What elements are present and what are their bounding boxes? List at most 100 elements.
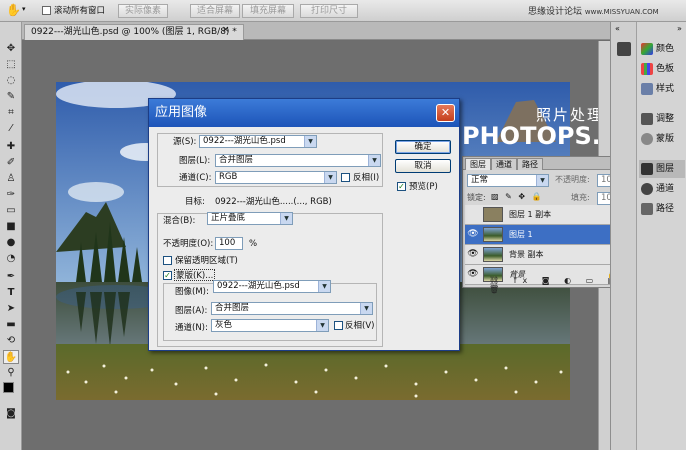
options-bar: ✋ ▾ 滚动所有窗口 实际像素 适合屏幕 填充屏幕 打印尺寸 思缘设计论坛 ww… [0, 0, 686, 22]
3d-rotate-tool-icon[interactable]: ⟲ [3, 334, 19, 348]
layer-row-selected[interactable]: 👁 图层 1 [465, 225, 631, 245]
panel-dock: » 颜色 色板 样式 调整 蒙版 图层 通道 路径 [636, 22, 686, 450]
mask-layer-value: 合并图层 [215, 303, 250, 313]
fit-screen-button[interactable]: 适合屏幕 [190, 4, 240, 18]
eye-icon[interactable]: 👁 [467, 249, 479, 260]
layer-row[interactable]: 图层 1 副本 [465, 205, 631, 225]
scroll-all-windows-checkbox[interactable] [42, 6, 51, 15]
zoom-tool-icon[interactable]: ⚲ [3, 366, 19, 380]
dock-item-adjustments[interactable]: 调整 [639, 110, 685, 128]
healing-brush-tool-icon[interactable]: ✚ [3, 140, 19, 154]
pen-tool-icon[interactable]: ✒ [3, 270, 19, 284]
target-value: 0922---湖光山色.....(..., RGB) [215, 197, 332, 207]
visibility-off-icon[interactable] [467, 209, 479, 220]
dock-item-label: 路径 [656, 204, 675, 214]
blending-label: 混合(B): [163, 216, 196, 226]
collapse-arrows-icon[interactable]: « [615, 24, 620, 33]
lock-icons[interactable]: ▨ ✎ ✥ 🔒 [491, 192, 544, 201]
mask-label[interactable]: 蒙版(K)... [174, 269, 216, 281]
blend-mode-select[interactable]: 正常 ▼ [467, 174, 549, 187]
tab-close-icon[interactable]: × [222, 25, 230, 35]
mask-channel-value: 灰色 [215, 320, 233, 330]
quick-mask-icon[interactable]: ◙ [3, 407, 19, 421]
history-brush-tool-icon[interactable]: ✑ [3, 188, 19, 202]
mask-checkbox[interactable]: ✓ [163, 271, 172, 280]
eye-icon[interactable]: 👁 [467, 269, 479, 280]
move-tool-icon[interactable]: ✥ [3, 42, 19, 56]
layer-name: 背景 副本 [509, 250, 544, 259]
mask-channel-select[interactable]: 灰色 ▼ [211, 319, 329, 332]
preview-checkbox[interactable]: ✓ [397, 182, 406, 191]
mask-image-select[interactable]: 0922---湖光山色.psd ▼ [213, 280, 331, 293]
ok-button[interactable]: 确定 [395, 140, 451, 154]
dodge-tool-icon[interactable]: ◔ [3, 252, 19, 266]
layer-row[interactable]: 👁 背景 副本 [465, 245, 631, 265]
dock-collapse-icon[interactable]: » [677, 24, 682, 33]
path-select-tool-icon[interactable]: ➤ [3, 302, 19, 316]
chevron-down-icon: ▼ [318, 281, 330, 292]
clone-stamp-tool-icon[interactable]: ♙ [3, 172, 19, 186]
type-tool-icon[interactable]: T [3, 286, 19, 300]
chevron-down-icon: ▼ [536, 175, 548, 186]
mask-layer-select[interactable]: 合并图层 ▼ [211, 302, 373, 315]
preserve-transparency-checkbox[interactable] [163, 256, 172, 265]
collapsed-panel-strip: « [610, 22, 636, 450]
gradient-tool-icon[interactable]: ■ [3, 220, 19, 234]
shape-tool-icon[interactable]: ▬ [3, 318, 19, 332]
blending-select[interactable]: 正片叠底 ▼ [207, 212, 293, 225]
tab-paths[interactable]: 路径 [517, 158, 543, 170]
blur-tool-icon[interactable]: ● [3, 236, 19, 250]
tools-panel: ✥ ⬚ ◌ ✎ ⌗ ⁄ ✚ ✐ ♙ ✑ ▭ ■ ● ◔ ✒ T ➤ ▬ ⟲ ✋ … [0, 22, 22, 450]
mask-invert-label: 反相(V) [345, 321, 375, 331]
history-panel-icon[interactable] [617, 42, 631, 56]
dock-item-masks[interactable]: 蒙版 [639, 130, 685, 148]
source-label: 源(S): [173, 137, 197, 147]
fill-screen-button[interactable]: 填充屏幕 [242, 4, 294, 18]
dock-item-label: 颜色 [656, 44, 675, 54]
tab-layers[interactable]: 图层 [465, 158, 491, 170]
layer-thumbnail [483, 227, 503, 242]
dock-item-paths[interactable]: 路径 [639, 200, 685, 218]
mask-image-label: 图像(M): [175, 287, 209, 297]
dock-item-swatches[interactable]: 色板 [639, 60, 685, 78]
tool-preset-chevron-icon[interactable]: ▾ [22, 5, 26, 13]
eyedropper-tool-icon[interactable]: ⁄ [3, 122, 19, 136]
apply-image-dialog: 应用图像 ✕ 源(S): 0922---湖光山色.psd ▼ 图层(L): 合并… [148, 98, 460, 351]
cancel-button[interactable]: 取消 [395, 159, 451, 173]
swatches-icon [641, 62, 653, 75]
target-label: 目标: [185, 197, 205, 207]
eye-icon[interactable]: 👁 [467, 229, 479, 240]
invert-checkbox[interactable] [341, 173, 350, 182]
dock-item-channels[interactable]: 通道 [639, 180, 685, 198]
close-icon[interactable]: ✕ [436, 104, 455, 122]
layer-select[interactable]: 合并图层 ▼ [215, 154, 381, 167]
eraser-tool-icon[interactable]: ▭ [3, 204, 19, 218]
dock-item-styles[interactable]: 样式 [639, 80, 685, 98]
source-select[interactable]: 0922---湖光山色.psd ▼ [199, 135, 317, 148]
layers-panel: 图层 通道 路径 ▸≡ 正常 ▼ 不透明度: 100% 锁定: ▨ ✎ ✥ 🔒 … [462, 156, 634, 294]
quick-select-tool-icon[interactable]: ✎ [3, 90, 19, 104]
marquee-tool-icon[interactable]: ⬚ [3, 58, 19, 72]
document-tab[interactable]: 0922---湖光山色.psd @ 100% (图层 1, RGB/8) * [24, 24, 244, 40]
tab-channels[interactable]: 通道 [491, 158, 517, 170]
mask-invert-checkbox[interactable] [334, 321, 343, 330]
print-size-button[interactable]: 打印尺寸 [300, 4, 358, 18]
masks-icon [641, 132, 653, 145]
layer-label: 图层(L): [179, 156, 211, 166]
layer-name: 图层 1 [509, 230, 533, 239]
brush-tool-icon[interactable]: ✐ [3, 156, 19, 170]
crop-tool-icon[interactable]: ⌗ [3, 106, 19, 120]
chevron-down-icon: ▼ [316, 320, 328, 331]
dock-item-color[interactable]: 颜色 [639, 40, 685, 58]
fill-label: 填充: [571, 193, 590, 202]
layer-value: 合并图层 [219, 155, 254, 165]
hand-tool-icon[interactable]: ✋ [3, 350, 19, 364]
actual-pixels-button[interactable]: 实际像素 [118, 4, 168, 18]
hand-tool-icon[interactable]: ✋ [6, 3, 21, 17]
foreground-color-swatch[interactable] [3, 382, 14, 393]
channel-select[interactable]: RGB ▼ [215, 171, 337, 184]
lasso-tool-icon[interactable]: ◌ [3, 74, 19, 88]
opacity-input[interactable]: 100 [215, 237, 243, 250]
dock-item-layers[interactable]: 图层 [639, 160, 685, 178]
chevron-down-icon: ▼ [280, 213, 292, 224]
